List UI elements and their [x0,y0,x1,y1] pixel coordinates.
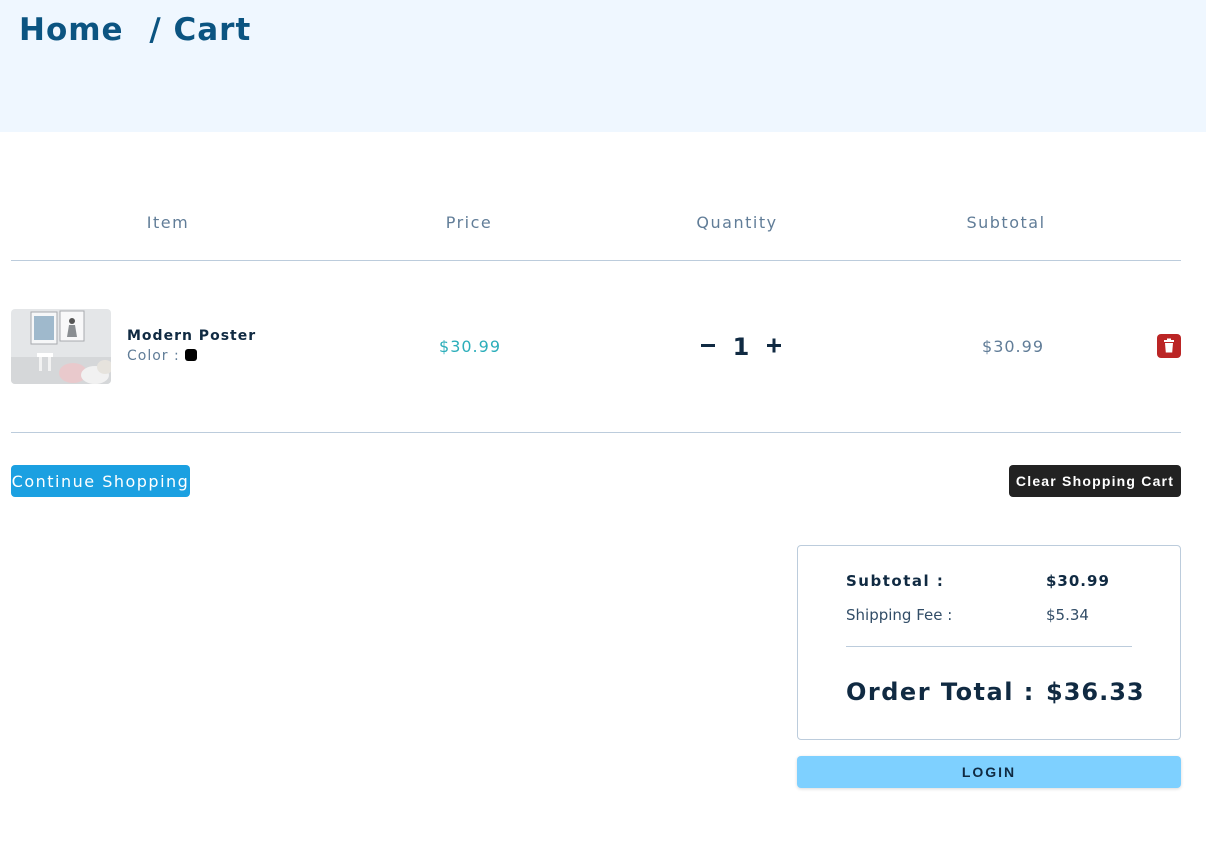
login-button[interactable]: LOGIN [797,756,1181,788]
plus-icon [767,338,781,353]
breadcrumb-separator: / [149,12,162,48]
breadcrumb-current: Cart [173,12,252,48]
product-color-swatch [185,349,197,361]
quantity-value: 1 [732,333,750,361]
column-header-item: Item [146,213,190,232]
trash-icon [1164,338,1174,353]
order-total-label: Order Total : [846,678,1035,706]
column-header-quantity: Quantity [696,213,778,232]
items-divider [11,432,1181,433]
increase-quantity-button[interactable] [763,333,785,359]
subtotal-label: Subtotal : [846,572,945,590]
shipping-fee-value: $5.34 [1046,606,1089,624]
remove-item-button[interactable] [1157,334,1181,358]
shipping-fee-label: Shipping Fee : [846,606,953,624]
continue-shopping-button[interactable]: Continue Shopping [11,465,190,497]
clear-cart-button[interactable]: Clear Shopping Cart [1009,465,1181,497]
column-header-price: Price [445,213,493,232]
page-hero: Home / Cart [0,0,1206,132]
column-header-subtotal: Subtotal [966,213,1046,232]
cart-totals: Subtotal : $30.99 Shipping Fee : $5.34 O… [797,545,1181,740]
product-price: $30.99 [439,337,501,356]
decrease-quantity-button[interactable] [697,333,719,359]
item-subtotal: $30.99 [982,337,1044,356]
product-color-label: Color : [127,348,180,364]
order-total-value: $36.33 [1046,678,1145,706]
minus-icon [701,344,715,347]
breadcrumb-home-link[interactable]: Home [19,12,124,48]
header-divider [11,260,1181,261]
totals-divider [846,646,1132,647]
subtotal-value: $30.99 [1046,572,1110,590]
breadcrumb: Home / Cart [19,12,251,48]
product-image [11,309,111,384]
product-name: Modern Poster [127,328,257,344]
